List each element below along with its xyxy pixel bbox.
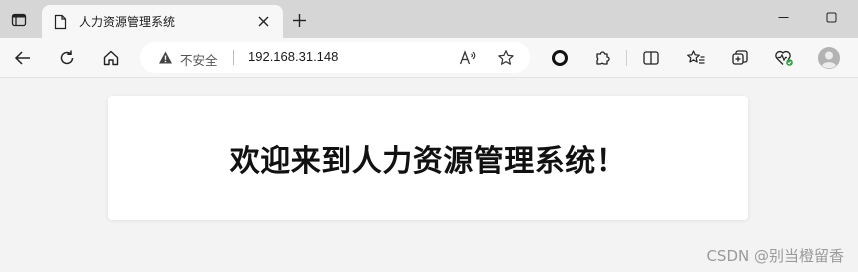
minimize-icon xyxy=(778,12,789,23)
home-button[interactable] xyxy=(96,43,126,73)
read-aloud-icon xyxy=(459,50,477,66)
toolbar-divider xyxy=(626,50,627,66)
warning-icon[interactable] xyxy=(158,50,173,65)
plus-icon xyxy=(292,13,307,28)
back-arrow-icon xyxy=(14,49,32,67)
active-tab[interactable]: 人力资源管理系统 xyxy=(42,5,283,38)
extensions-button[interactable] xyxy=(588,43,618,73)
collections-icon xyxy=(731,49,749,67)
welcome-heading: 欢迎来到人力资源管理系统！ xyxy=(229,144,627,179)
refresh-button[interactable] xyxy=(52,43,82,73)
browser-essentials-button[interactable] xyxy=(769,43,799,73)
add-favorite-button[interactable] xyxy=(496,48,516,68)
star-icon xyxy=(497,49,515,67)
maximize-button[interactable] xyxy=(818,6,844,28)
extension-button[interactable] xyxy=(545,43,575,73)
new-tab-button[interactable] xyxy=(288,9,310,31)
split-screen-button[interactable] xyxy=(636,43,666,73)
puzzle-icon xyxy=(594,49,612,67)
favorites-button[interactable] xyxy=(681,43,711,73)
tab-actions-button[interactable] xyxy=(6,7,32,33)
document-icon xyxy=(54,14,67,30)
tab-actions-icon xyxy=(11,12,27,28)
heart-pulse-icon xyxy=(774,49,794,67)
maximize-icon xyxy=(826,12,837,23)
security-status-label[interactable]: 不安全 xyxy=(180,50,218,69)
page-viewport: 欢迎来到人力资源管理系统！ CSDN @别当橙留香 xyxy=(0,78,858,272)
profile-avatar-icon xyxy=(817,46,841,70)
minimize-button[interactable] xyxy=(770,6,796,28)
back-button[interactable] xyxy=(8,43,38,73)
home-icon xyxy=(102,49,120,67)
favorites-icon xyxy=(686,49,706,67)
tab-strip: 人力资源管理系统 xyxy=(0,0,858,38)
read-aloud-button[interactable] xyxy=(458,48,478,68)
address-divider xyxy=(233,50,234,65)
close-icon xyxy=(258,16,269,27)
welcome-card: 欢迎来到人力资源管理系统！ xyxy=(108,96,748,220)
watermark-text: CSDN @别当橙留香 xyxy=(706,247,844,265)
collections-button[interactable] xyxy=(725,43,755,73)
circle-extension-icon xyxy=(551,49,569,67)
url-input[interactable]: 192.168.31.148 xyxy=(248,49,338,64)
tab-title: 人力资源管理系统 xyxy=(79,15,176,29)
browser-toolbar: 不安全 192.168.31.148 xyxy=(0,38,858,78)
refresh-icon xyxy=(58,49,76,67)
profile-button[interactable] xyxy=(814,43,844,73)
split-screen-icon xyxy=(642,49,660,67)
close-tab-button[interactable] xyxy=(253,12,273,32)
address-bar[interactable]: 不安全 192.168.31.148 xyxy=(140,42,530,73)
